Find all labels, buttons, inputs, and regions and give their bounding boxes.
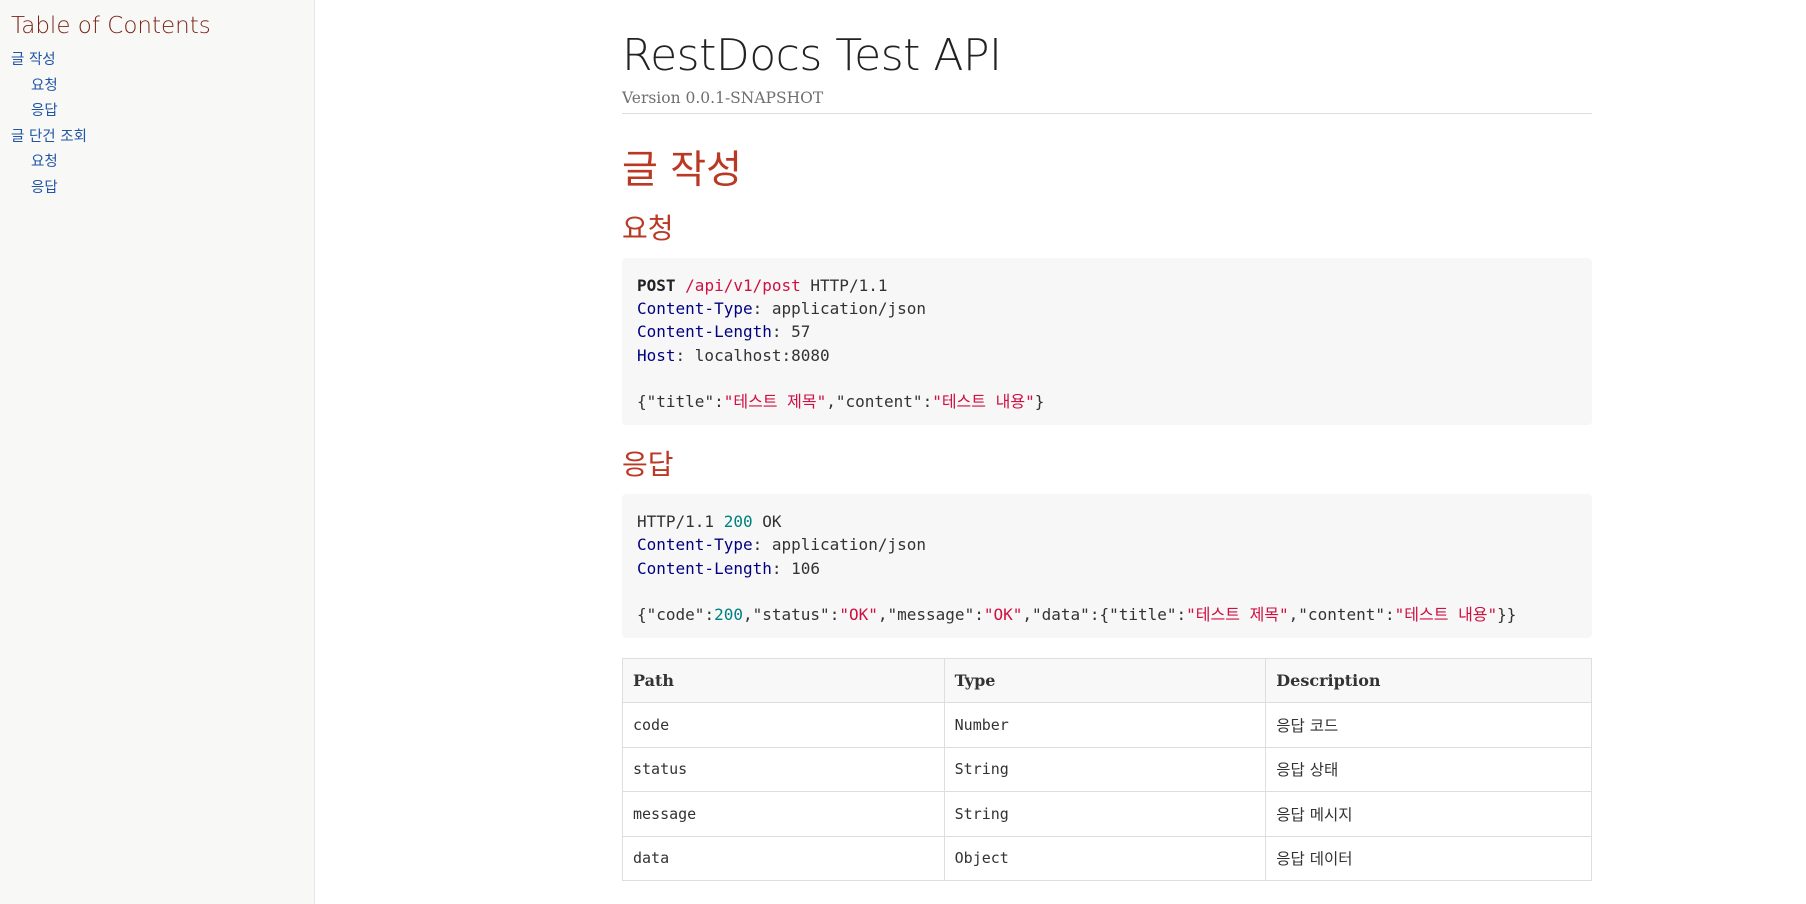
table-header-row: Path Type Description [622, 658, 1592, 704]
json-number: 200 [714, 605, 743, 625]
field-description: 응답 데이터 [1265, 835, 1592, 882]
json-string: "OK" [983, 605, 1023, 625]
table-row: code Number 응답 코드 [622, 702, 1592, 748]
header-value: 57 [791, 322, 811, 342]
status-code: 200 [723, 512, 753, 532]
json-key: "content" [1298, 605, 1385, 625]
json-key: "status" [752, 605, 830, 625]
field-description: 응답 상태 [1265, 746, 1592, 793]
toc-item-post-create-request[interactable]: 요청 [11, 74, 302, 100]
json-string: "테스트 내용" [1394, 605, 1498, 625]
doc-title: RestDocs Test API [622, 30, 1002, 81]
main-content: RestDocs Test API Version 0.0.1-SNAPSHOT… [622, 0, 1592, 882]
header-name: Content-Type [637, 299, 753, 319]
toc-item-post-create[interactable]: 글 작성 [11, 48, 302, 74]
header-name: Content-Length [637, 558, 772, 578]
status-text: OK [762, 512, 782, 532]
header-value: application/json [771, 299, 926, 319]
json-string: "OK" [839, 605, 878, 625]
toc-title: Table of Contents [11, 13, 211, 39]
http-method: POST [637, 276, 676, 295]
toc-link[interactable]: 응답 [31, 103, 58, 119]
header-name: Content-Length [637, 322, 772, 342]
toc-item-post-create-response[interactable]: 응답 [11, 99, 302, 125]
http-response-block[interactable]: HTTP/1.1 200 OK Content-Type: applicatio… [622, 494, 1592, 639]
field-type: Object [943, 835, 1267, 882]
toc-sidebar: Table of Contents 글 작성 요청 응답 글 단건 조회 요청 … [0, 0, 315, 904]
section-title: 글 작성 [622, 148, 743, 193]
request-path: /api/v1/post [685, 276, 801, 295]
field-path: message [622, 791, 945, 837]
toc-link[interactable]: 글 작성 [11, 52, 56, 68]
field-description: 응답 코드 [1265, 702, 1592, 748]
toc-list: 글 작성 요청 응답 글 단건 조회 요청 응답 [11, 48, 302, 201]
toc-item-post-get-request[interactable]: 요청 [11, 150, 302, 176]
header-value: application/json [771, 535, 926, 555]
json-key: "title" [1109, 605, 1177, 625]
field-type: Number [943, 702, 1267, 748]
column-header-description: Description [1265, 658, 1592, 704]
json-key: "code" [646, 605, 705, 625]
response-heading: 응답 [622, 448, 674, 482]
column-header-path: Path [622, 658, 945, 704]
json-string: "테스트 내용" [932, 392, 1035, 412]
header-value: localhost:8080 [694, 345, 830, 365]
json-key: "content" [835, 392, 923, 412]
column-header-type: Type [943, 658, 1267, 704]
json-string: "테스트 제목" [1186, 605, 1289, 625]
field-path: data [622, 835, 945, 882]
doc-version: Version 0.0.1-SNAPSHOT [622, 89, 1592, 114]
table-row: message String 응답 메시지 [622, 791, 1592, 837]
field-path: code [622, 702, 945, 748]
toc-link[interactable]: 요청 [31, 78, 58, 94]
toc-link[interactable]: 요청 [31, 154, 58, 170]
table-row: status String 응답 상태 [622, 746, 1592, 793]
response-fields-table: Path Type Description code Number 응답 코드 … [622, 658, 1592, 882]
json-key: "data" [1032, 605, 1090, 625]
toc-link[interactable]: 응답 [31, 180, 58, 196]
http-request-block[interactable]: POST /api/v1/post HTTP/1.1 Content-Type:… [622, 258, 1592, 426]
field-type: String [943, 791, 1267, 837]
header-name: Content-Type [637, 535, 753, 555]
field-type: String [943, 746, 1267, 793]
json-key: "message" [887, 605, 975, 625]
doc-header: RestDocs Test API Version 0.0.1-SNAPSHOT [622, 0, 1592, 114]
table-row: data Object 응답 데이터 [622, 835, 1592, 882]
request-heading: 요청 [622, 212, 674, 245]
toc-item-post-get-response[interactable]: 응답 [11, 176, 302, 202]
field-description: 응답 메시지 [1265, 791, 1592, 837]
json-string: "테스트 제목" [723, 392, 827, 412]
request-protocol: HTTP/1.1 [810, 276, 888, 295]
header-value: 106 [791, 558, 821, 578]
json-key: "title" [646, 392, 715, 412]
toc-link[interactable]: 글 단건 조회 [11, 129, 87, 145]
response-protocol: HTTP/1.1 [637, 512, 715, 532]
toc-item-post-get[interactable]: 글 단건 조회 [11, 125, 302, 151]
header-name: Host [637, 345, 676, 365]
field-path: status [622, 746, 945, 793]
